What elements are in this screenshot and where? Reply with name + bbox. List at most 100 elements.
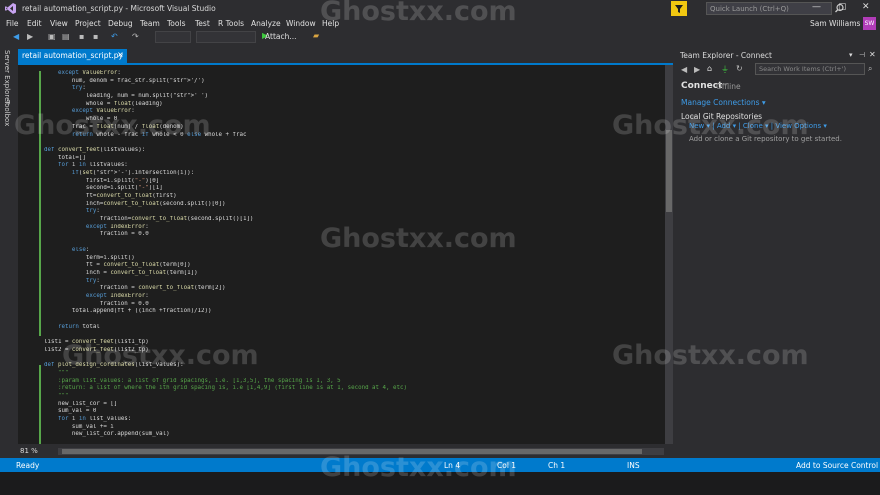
- code-line[interactable]: sum_val += i: [44, 424, 659, 432]
- code-line[interactable]: inch = convert_to_float(term[1]): [44, 270, 659, 278]
- code-line[interactable]: [44, 331, 659, 339]
- code-line[interactable]: """: [44, 393, 659, 401]
- code-line[interactable]: second=i.split("-")[1]: [44, 185, 659, 193]
- menu-tools[interactable]: Tools: [167, 19, 185, 28]
- code-line[interactable]: try:: [44, 278, 659, 286]
- menu-r-tools[interactable]: R Tools: [218, 19, 244, 28]
- menu-analyze[interactable]: Analyze: [251, 19, 281, 28]
- back-icon[interactable]: ◀: [681, 65, 687, 74]
- menu-window[interactable]: Window: [286, 19, 316, 28]
- new-project-icon[interactable]: ▣: [48, 32, 56, 41]
- code-line[interactable]: [44, 139, 659, 147]
- menu-view[interactable]: View: [50, 19, 68, 28]
- code-editor[interactable]: except ValueError: num, denom = frac_str…: [18, 65, 665, 444]
- minimize-icon[interactable]: —: [812, 2, 821, 12]
- horizontal-scroll-thumb[interactable]: [62, 449, 642, 454]
- back-icon[interactable]: ◀: [13, 32, 19, 41]
- code-line[interactable]: new_list_cor.append(sum_val): [44, 431, 659, 439]
- vertical-scrollbar[interactable]: [665, 65, 673, 444]
- git-repo-actions[interactable]: New ▾ | Add ▾ | Clone ▾ | View Options ▾: [689, 122, 827, 130]
- code-line[interactable]: term=i.split(): [44, 255, 659, 263]
- code-line[interactable]: whole = float(leading): [44, 101, 659, 109]
- close-tab-icon[interactable]: ×: [117, 50, 124, 59]
- code-line[interactable]: """: [44, 370, 659, 378]
- save-icon[interactable]: ▪: [79, 32, 84, 41]
- close-panel-icon[interactable]: ✕: [869, 50, 876, 59]
- code-line[interactable]: except ValueError:: [44, 108, 659, 116]
- document-tab[interactable]: retail automation_script.py ×: [18, 49, 127, 63]
- code-line[interactable]: for i in listvalues:: [44, 162, 659, 170]
- forward-icon[interactable]: ▶: [27, 32, 33, 41]
- code-line[interactable]: fraction=convert_to_float(second.split()…: [44, 216, 659, 224]
- code-line[interactable]: :return: a list of where the ith grid sp…: [44, 385, 659, 393]
- code-line[interactable]: return total: [44, 324, 659, 332]
- avatar[interactable]: SW: [863, 17, 876, 30]
- code-line[interactable]: except IndexError:: [44, 224, 659, 232]
- zoom-level[interactable]: 81 %: [20, 447, 38, 455]
- home-icon[interactable]: ⌂: [707, 64, 712, 73]
- menu-edit[interactable]: Edit: [27, 19, 42, 28]
- code-line[interactable]: ft = convert_to_float(term[0]): [44, 262, 659, 270]
- vertical-scroll-thumb[interactable]: [666, 130, 672, 212]
- search-icon[interactable]: ⌕: [868, 64, 872, 74]
- dropdown-icon[interactable]: ▾: [849, 51, 853, 59]
- code-line[interactable]: except ValueError:: [44, 70, 659, 78]
- code-line[interactable]: sum_val = 0: [44, 408, 659, 416]
- configuration-dropdown[interactable]: [155, 31, 191, 43]
- code-line[interactable]: try:: [44, 85, 659, 93]
- code-line[interactable]: def plot_design_cordinates(list_values):: [44, 362, 659, 370]
- code-line[interactable]: for i in list_values:: [44, 416, 659, 424]
- code-lines[interactable]: except ValueError: num, denom = frac_str…: [44, 70, 659, 439]
- close-icon[interactable]: ✕: [862, 2, 870, 12]
- menu-team[interactable]: Team: [140, 19, 160, 28]
- code-line[interactable]: def convert_feet(listvalues):: [44, 147, 659, 155]
- code-line[interactable]: [44, 354, 659, 362]
- refresh-icon[interactable]: ↻: [736, 64, 743, 73]
- code-line[interactable]: try:: [44, 208, 659, 216]
- code-line[interactable]: list1 = convert_feet(list1_tp): [44, 339, 659, 347]
- feedback-filter-button[interactable]: [671, 1, 687, 16]
- platform-dropdown[interactable]: [196, 31, 256, 43]
- menu-help[interactable]: Help: [322, 19, 339, 28]
- menu-file[interactable]: File: [6, 19, 19, 28]
- code-line[interactable]: total=[]: [44, 155, 659, 163]
- code-line[interactable]: return whole - frac if whole < 0 else wh…: [44, 132, 659, 140]
- menu-test[interactable]: Test: [195, 19, 210, 28]
- redo-icon[interactable]: ↷: [132, 32, 139, 41]
- code-line[interactable]: num, denom = frac_str.split("str">'/'): [44, 78, 659, 86]
- code-line[interactable]: total.append(ft + ((inch +fraction)/12)): [44, 308, 659, 316]
- code-line[interactable]: else:: [44, 247, 659, 255]
- menu-debug[interactable]: Debug: [108, 19, 133, 28]
- code-line[interactable]: new_list_cor = []: [44, 401, 659, 409]
- server-explorer-tab[interactable]: Server Explorer: [3, 50, 11, 104]
- code-line[interactable]: first=i.split("-")[0]: [44, 178, 659, 186]
- code-line[interactable]: inch=convert_to_float(second.split()[0]): [44, 201, 659, 209]
- browser-link-icon[interactable]: ▰: [313, 31, 319, 40]
- maximize-icon[interactable]: ▢: [838, 2, 847, 12]
- pin-icon[interactable]: ⊣: [859, 51, 865, 59]
- plug-icon[interactable]: ⏚: [721, 64, 729, 75]
- open-icon[interactable]: ▤: [62, 32, 70, 41]
- code-line[interactable]: fraction = 0.0: [44, 231, 659, 239]
- code-line[interactable]: frac = float(num) / float(denom): [44, 124, 659, 132]
- forward-icon[interactable]: ▶: [694, 65, 700, 74]
- local-git-repositories-heading[interactable]: Local Git Repositories: [681, 112, 762, 121]
- add-to-source-control-button[interactable]: Add to Source Control ▴: [796, 461, 880, 470]
- code-line[interactable]: [44, 316, 659, 324]
- undo-icon[interactable]: ↶: [111, 32, 118, 41]
- attach-button[interactable]: Attach...: [265, 32, 297, 41]
- code-line[interactable]: :param list_values: a list of grid spaci…: [44, 378, 659, 386]
- code-line[interactable]: whole = 0: [44, 116, 659, 124]
- code-line[interactable]: fraction = convert_to_float(term[2]): [44, 285, 659, 293]
- menu-project[interactable]: Project: [75, 19, 101, 28]
- manage-connections-link[interactable]: Manage Connections ▾: [681, 98, 766, 107]
- code-line[interactable]: ft=convert_to_float(first): [44, 193, 659, 201]
- save-all-icon[interactable]: ▪: [93, 32, 98, 41]
- code-line[interactable]: [44, 239, 659, 247]
- code-line[interactable]: if(set("str">'-').intersection(i)):: [44, 170, 659, 178]
- search-work-items-input[interactable]: Search Work Items (Ctrl+'): [755, 63, 865, 75]
- code-line[interactable]: leading, num = num.split("str">' '): [44, 93, 659, 101]
- user-name[interactable]: Sam Williams: [810, 19, 860, 28]
- toolbox-tab[interactable]: Toolbox: [3, 100, 11, 126]
- code-line[interactable]: fraction = 0.0: [44, 301, 659, 309]
